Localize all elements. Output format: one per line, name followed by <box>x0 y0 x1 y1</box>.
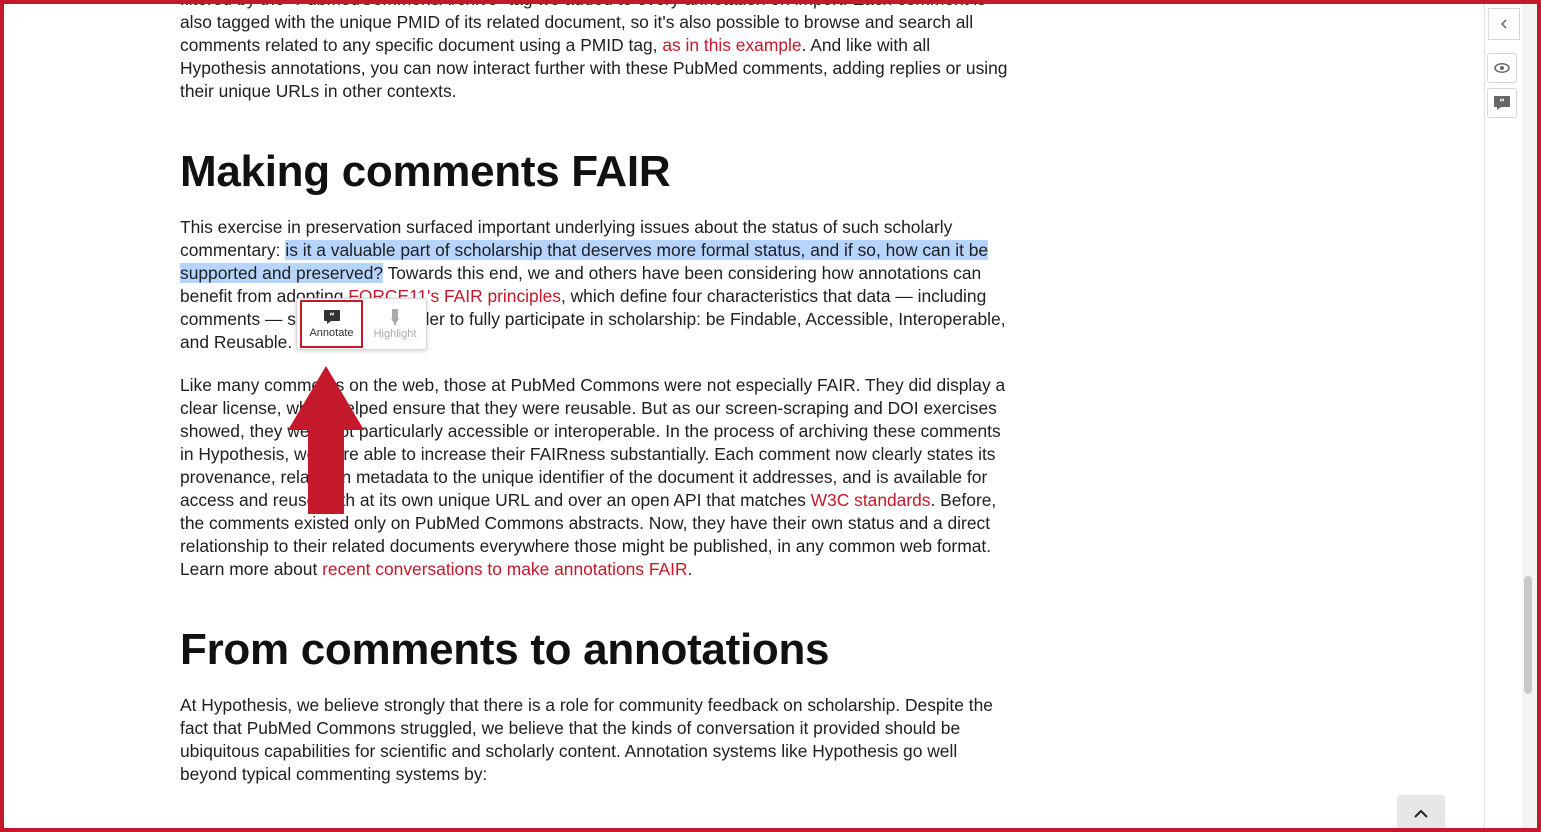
pointer-arrow-icon <box>288 366 364 514</box>
paragraph-hypothesis: At Hypothesis, we believe strongly that … <box>180 695 993 784</box>
page-note-icon: “ <box>1494 96 1510 110</box>
hypothesis-sidebar-strip <box>1484 0 1522 832</box>
annotate-icon: “ <box>323 309 340 324</box>
annotate-button[interactable]: “ Annotate <box>300 300 363 348</box>
sidebar-toggle-button[interactable] <box>1488 8 1520 40</box>
annotate-label: Annotate <box>309 326 354 339</box>
example-link[interactable]: as in this example <box>662 35 801 55</box>
show-highlights-button[interactable] <box>1487 53 1517 83</box>
svg-text:“: “ <box>329 312 335 322</box>
fair-conversations-link[interactable]: recent conversations to make annotations… <box>322 559 687 579</box>
annotation-adder-toolbar: “ Annotate Highlight <box>296 298 427 350</box>
chevron-left-icon <box>1500 19 1507 29</box>
w3c-standards-link[interactable]: W3C standards <box>811 490 931 510</box>
heading-comments-to-annotations: From comments to annotations <box>180 625 830 674</box>
eye-icon <box>1494 63 1510 73</box>
heading-making-comments-fair: Making comments FAIR <box>180 147 671 196</box>
scrollbar-thumb[interactable] <box>1524 576 1532 694</box>
highlight-button[interactable]: Highlight <box>363 299 427 349</box>
paragraph-text: . <box>687 559 693 579</box>
highlighter-icon <box>391 308 399 325</box>
paragraph-tagging: filtered by the "PubMedCommonsArchive" t… <box>180 0 1010 103</box>
page-scrollbar[interactable] <box>1521 0 1537 832</box>
svg-text:“: “ <box>1499 98 1505 108</box>
back-to-top-button[interactable] <box>1397 795 1445 831</box>
chevron-up-icon <box>1414 809 1428 818</box>
new-page-note-button[interactable]: “ <box>1487 88 1517 118</box>
highlight-label: Highlight <box>373 327 417 340</box>
